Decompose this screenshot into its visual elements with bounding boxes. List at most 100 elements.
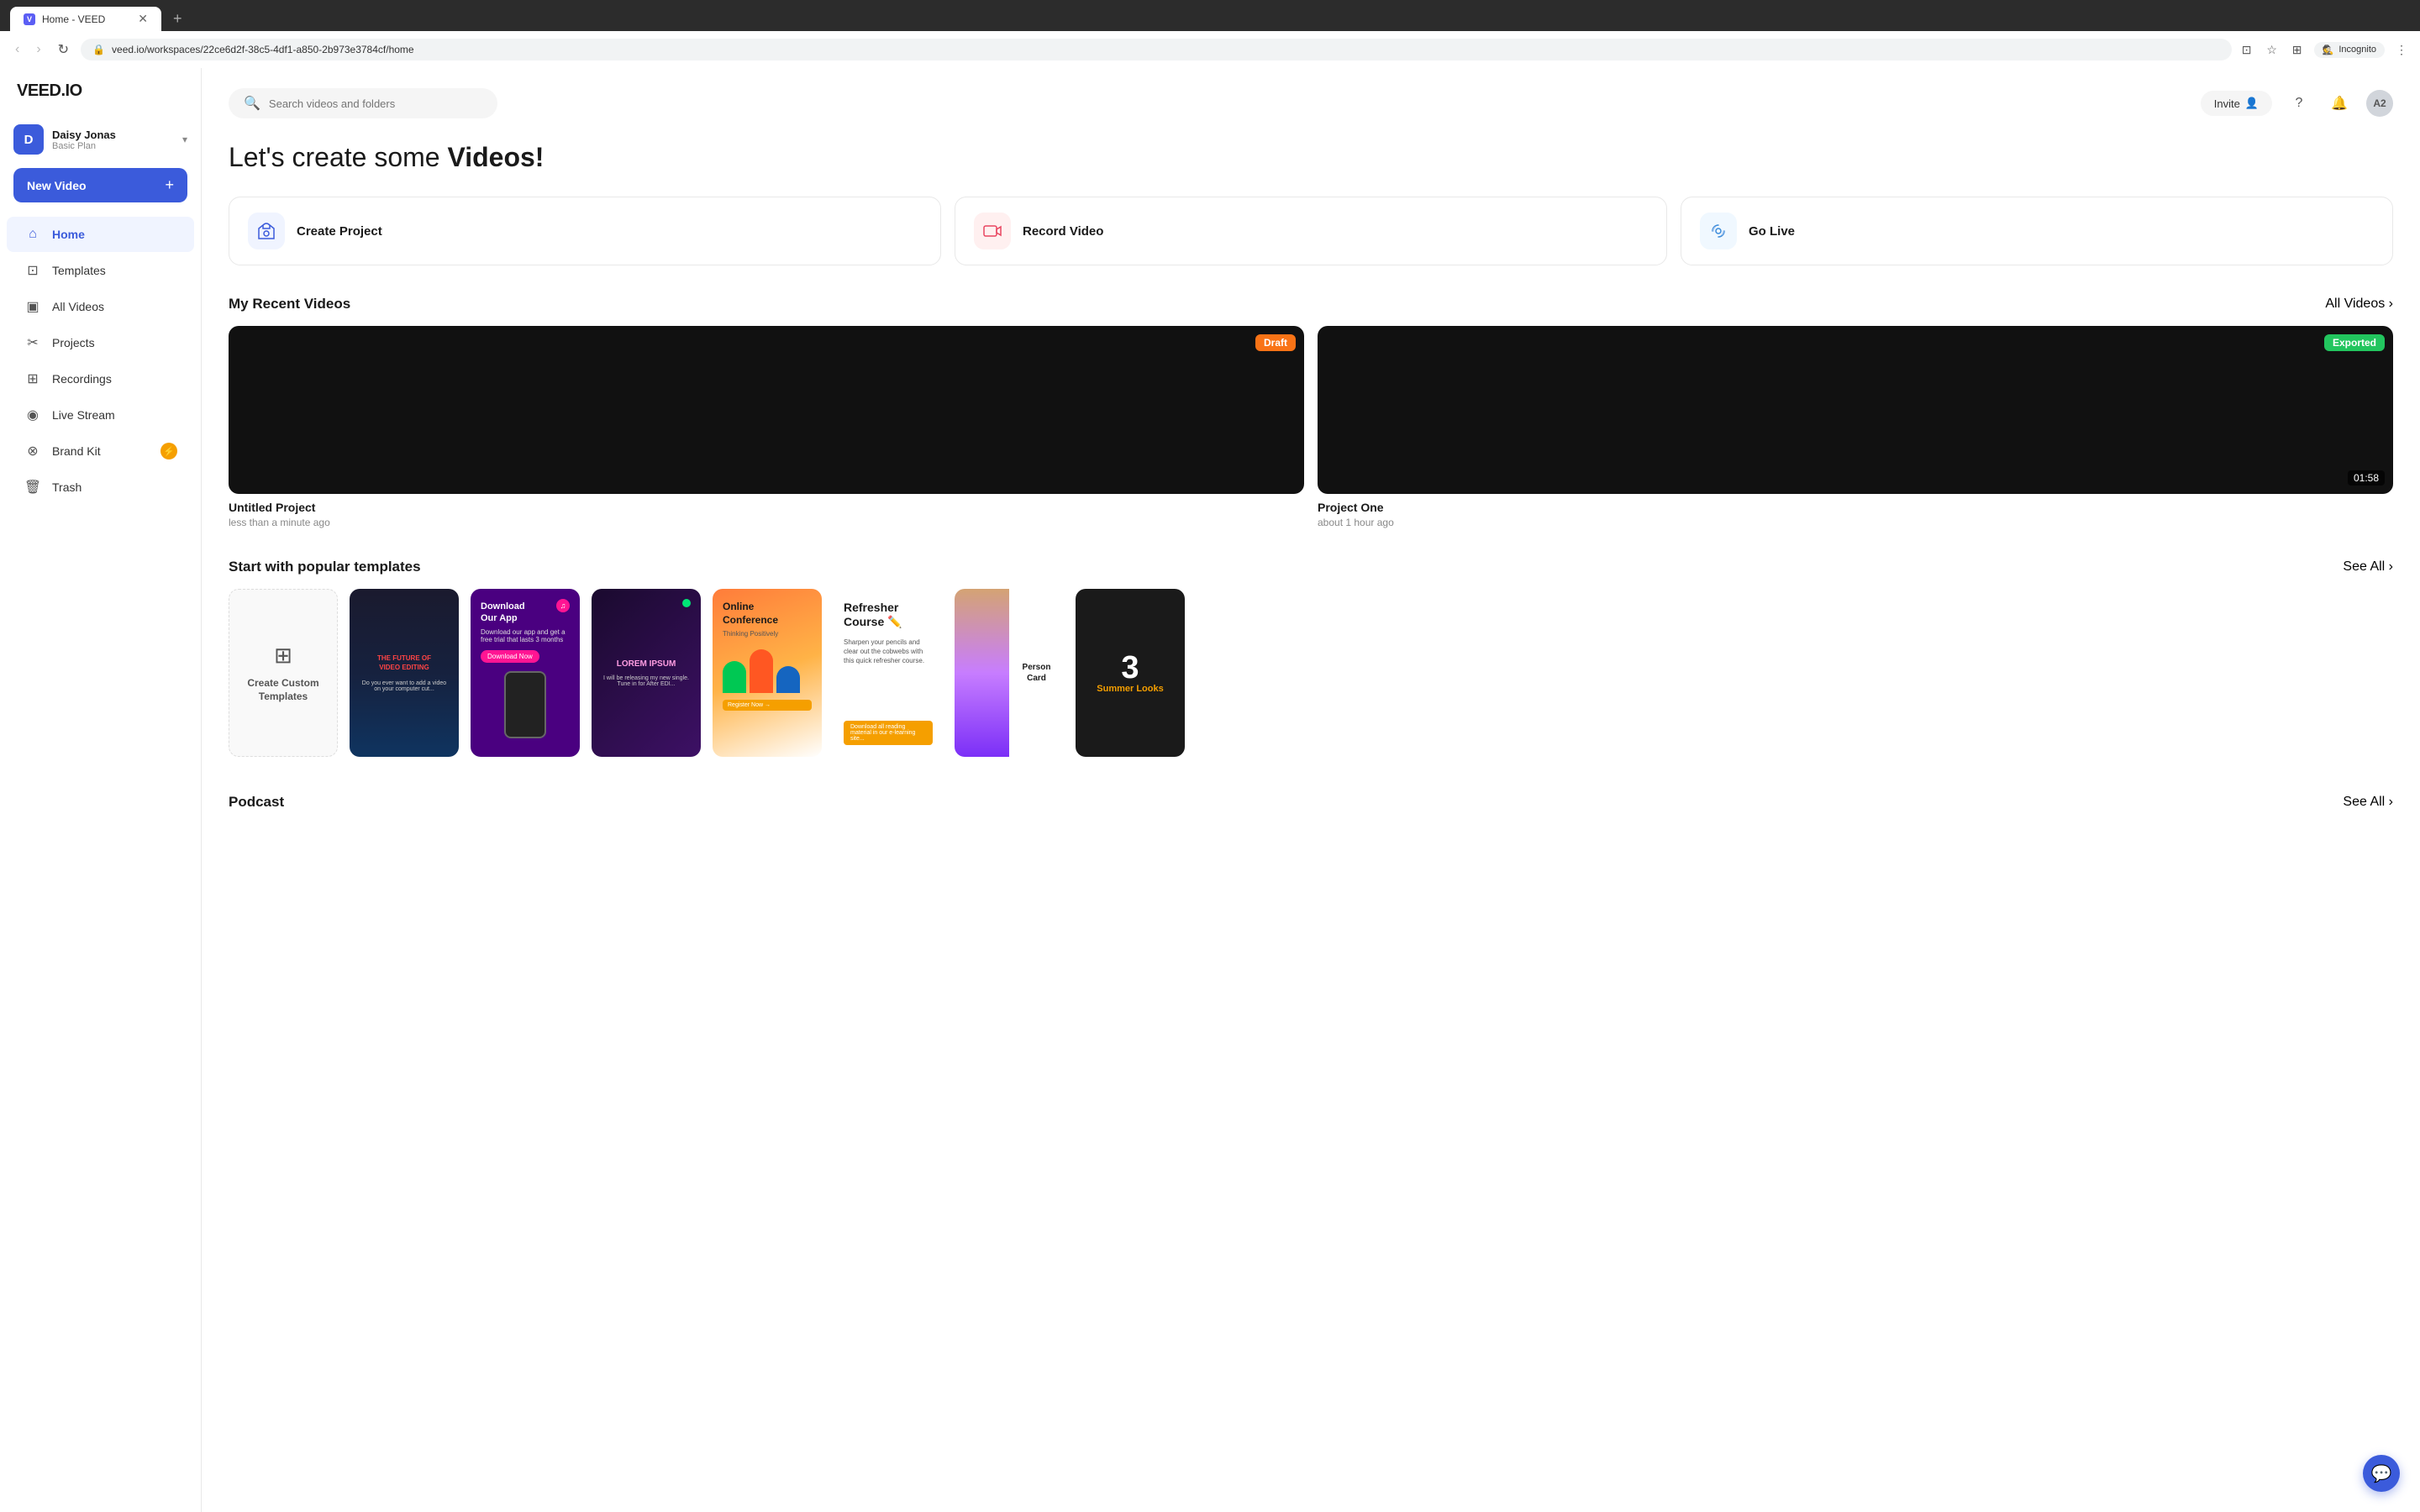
new-video-label: New Video — [27, 179, 87, 192]
draft-badge: Draft — [1255, 334, 1296, 351]
notifications-button[interactable]: 🔔 — [2326, 90, 2353, 117]
browser-navbar: ‹ › ↻ 🔒 ⊡ ☆ ⊞ 🕵 Incognito ⋮ — [0, 31, 2420, 68]
tpl2-btn: Download Now — [481, 650, 539, 663]
new-tab-button[interactable]: + — [166, 7, 189, 31]
sidebar-logo: VEED.IO — [0, 81, 201, 118]
hero-section: Let's create some Videos! — [229, 142, 2393, 173]
main-content: 🔍 Invite 👤 ? 🔔 A2 Let's create some Vide… — [202, 68, 2420, 1512]
template-create-label: Create Custom Templates — [229, 677, 337, 703]
active-tab[interactable]: V Home - VEED ✕ — [10, 7, 161, 31]
user-name: Daisy Jonas — [52, 129, 174, 141]
tpl4-title: OnlineConference — [723, 601, 812, 627]
bookmark-icon[interactable]: ☆ — [2264, 41, 2281, 58]
go-live-card[interactable]: Go Live — [1681, 197, 2393, 265]
tpl3-sub: I will be releasing my new single. Tune … — [602, 675, 691, 687]
template-person-card[interactable]: Person Card — [955, 589, 1064, 757]
video-card-1[interactable]: Draft Untitled Project less than a minut… — [229, 326, 1304, 528]
create-project-icon — [248, 213, 285, 249]
video-thumbnail-2: Exported 01:58 — [1318, 326, 2393, 494]
template-create-custom[interactable]: ⊞ Create Custom Templates — [229, 589, 338, 757]
recent-videos-header: My Recent Videos All Videos › — [229, 296, 2393, 312]
tpl4-btn: Register Now → — [723, 700, 812, 711]
sidebar-item-templates[interactable]: ⊡ Templates — [7, 253, 194, 288]
menu-icon[interactable]: ⋮ — [2393, 41, 2410, 58]
tpl5-footer-text: Download all reading material in our e-l… — [850, 724, 926, 742]
search-bar[interactable]: 🔍 — [229, 88, 497, 118]
forward-button[interactable]: › — [31, 39, 45, 60]
sidebar-item-label: All Videos — [52, 300, 104, 313]
nav-actions: ⊡ ☆ ⊞ 🕵 Incognito ⋮ — [2238, 41, 2410, 58]
user-section[interactable]: D Daisy Jonas Basic Plan ▾ — [0, 118, 201, 168]
templates-see-all[interactable]: See All › — [2343, 559, 2393, 575]
tpl7-num: 3 — [1121, 652, 1139, 684]
tab-close-icon[interactable]: ✕ — [138, 12, 148, 26]
record-video-card[interactable]: Record Video — [955, 197, 1667, 265]
user-avatar: D — [13, 124, 44, 155]
live-stream-icon: ◉ — [24, 406, 42, 424]
templates-title: Start with popular templates — [229, 559, 421, 575]
cast-icon[interactable]: ⊡ — [2238, 41, 2255, 58]
sidebar-item-trash[interactable]: 🗑 Trash — [7, 470, 194, 505]
sidebar-item-live-stream[interactable]: ◉ Live Stream — [7, 397, 194, 433]
tpl6-text: Person Card — [1016, 662, 1057, 684]
create-project-label: Create Project — [297, 224, 382, 239]
recent-videos-title: My Recent Videos — [229, 296, 350, 312]
go-live-icon — [1700, 213, 1737, 249]
incognito-label: Incognito — [2338, 45, 2376, 55]
sidebar-item-all-videos[interactable]: ▣ All Videos — [7, 289, 194, 324]
create-project-card[interactable]: Create Project — [229, 197, 941, 265]
sidebar-item-brand-kit[interactable]: ⊗ Brand Kit ⚡ — [7, 433, 194, 469]
sidebar-nav: ⌂ Home ⊡ Templates ▣ All Videos ✂ Projec… — [0, 216, 201, 1499]
video-card-2[interactable]: Exported 01:58 Project One about 1 hour … — [1318, 326, 2393, 528]
video-thumbnail-1: Draft — [229, 326, 1304, 494]
sidebar-item-label: Brand Kit — [52, 444, 101, 458]
tab-title: Home - VEED — [42, 13, 105, 25]
app-container: VEED.IO D Daisy Jonas Basic Plan ▾ New V… — [0, 68, 2420, 1512]
chat-icon: 💬 — [2371, 1463, 2392, 1484]
video-duration: 01:58 — [2348, 470, 2385, 486]
extensions-icon[interactable]: ⊞ — [2289, 41, 2306, 58]
podcast-see-all[interactable]: See All › — [2343, 795, 2393, 810]
all-videos-link[interactable]: All Videos › — [2325, 297, 2393, 312]
template-future-video[interactable]: THE FUTURE OF VIDEO EDITING Do you ever … — [350, 589, 459, 757]
sidebar-item-recordings[interactable]: ⊞ Recordings — [7, 361, 194, 396]
template-refresher-course[interactable]: Refresher Course ✏️ Sharpen your pencils… — [834, 589, 943, 757]
tpl4-sub: Thinking Positively — [723, 630, 812, 638]
trash-icon: 🗑 — [24, 478, 42, 496]
templates-header: Start with popular templates See All › — [229, 559, 2393, 575]
template-lorem[interactable]: LOREM IPSUM I will be releasing my new s… — [592, 589, 701, 757]
help-button[interactable]: ? — [2286, 90, 2312, 117]
user-avatar-small[interactable]: A2 — [2366, 90, 2393, 117]
templates-scroll[interactable]: ⊞ Create Custom Templates THE FUTURE OF … — [229, 589, 2393, 764]
sidebar-item-home[interactable]: ⌂ Home — [7, 217, 194, 252]
search-input[interactable] — [269, 97, 482, 110]
chat-widget[interactable]: 💬 — [2363, 1455, 2400, 1492]
incognito-badge: 🕵 Incognito — [2314, 42, 2385, 58]
sidebar-item-label: Recordings — [52, 372, 112, 386]
home-icon: ⌂ — [24, 225, 42, 244]
template-online-conference[interactable]: OnlineConference Thinking Positively Reg… — [713, 589, 822, 757]
record-video-icon — [974, 213, 1011, 249]
recordings-icon: ⊞ — [24, 370, 42, 388]
tpl3-dot — [682, 599, 691, 607]
tpl6-person — [955, 589, 1009, 757]
template-download-app[interactable]: DownloadOur App Download our app and get… — [471, 589, 580, 757]
url-input[interactable] — [112, 44, 2220, 55]
sidebar-item-label: Projects — [52, 336, 95, 349]
top-actions: Invite 👤 ? 🔔 A2 — [2201, 90, 2393, 117]
tpl1-content: THE FUTURE OF VIDEO EDITING — [377, 654, 431, 672]
go-live-label: Go Live — [1749, 224, 1795, 239]
reload-button[interactable]: ↻ — [53, 38, 74, 61]
new-video-button[interactable]: New Video + — [13, 168, 187, 202]
url-bar[interactable]: 🔒 — [81, 39, 2232, 60]
template-summer-looks[interactable]: 3 Summer Looks — [1076, 589, 1185, 757]
incognito-icon: 🕵 — [2323, 45, 2334, 55]
invite-button[interactable]: Invite 👤 — [2201, 91, 2272, 116]
sidebar-item-projects[interactable]: ✂ Projects — [7, 325, 194, 360]
search-icon: 🔍 — [244, 95, 260, 112]
back-button[interactable]: ‹ — [10, 39, 24, 60]
tpl1-subtext: Do you ever want to add a video on your … — [360, 680, 449, 692]
tpl4-shapes — [723, 649, 812, 693]
video-time-1: less than a minute ago — [229, 517, 1304, 528]
template-create-icon: ⊞ — [274, 643, 292, 669]
